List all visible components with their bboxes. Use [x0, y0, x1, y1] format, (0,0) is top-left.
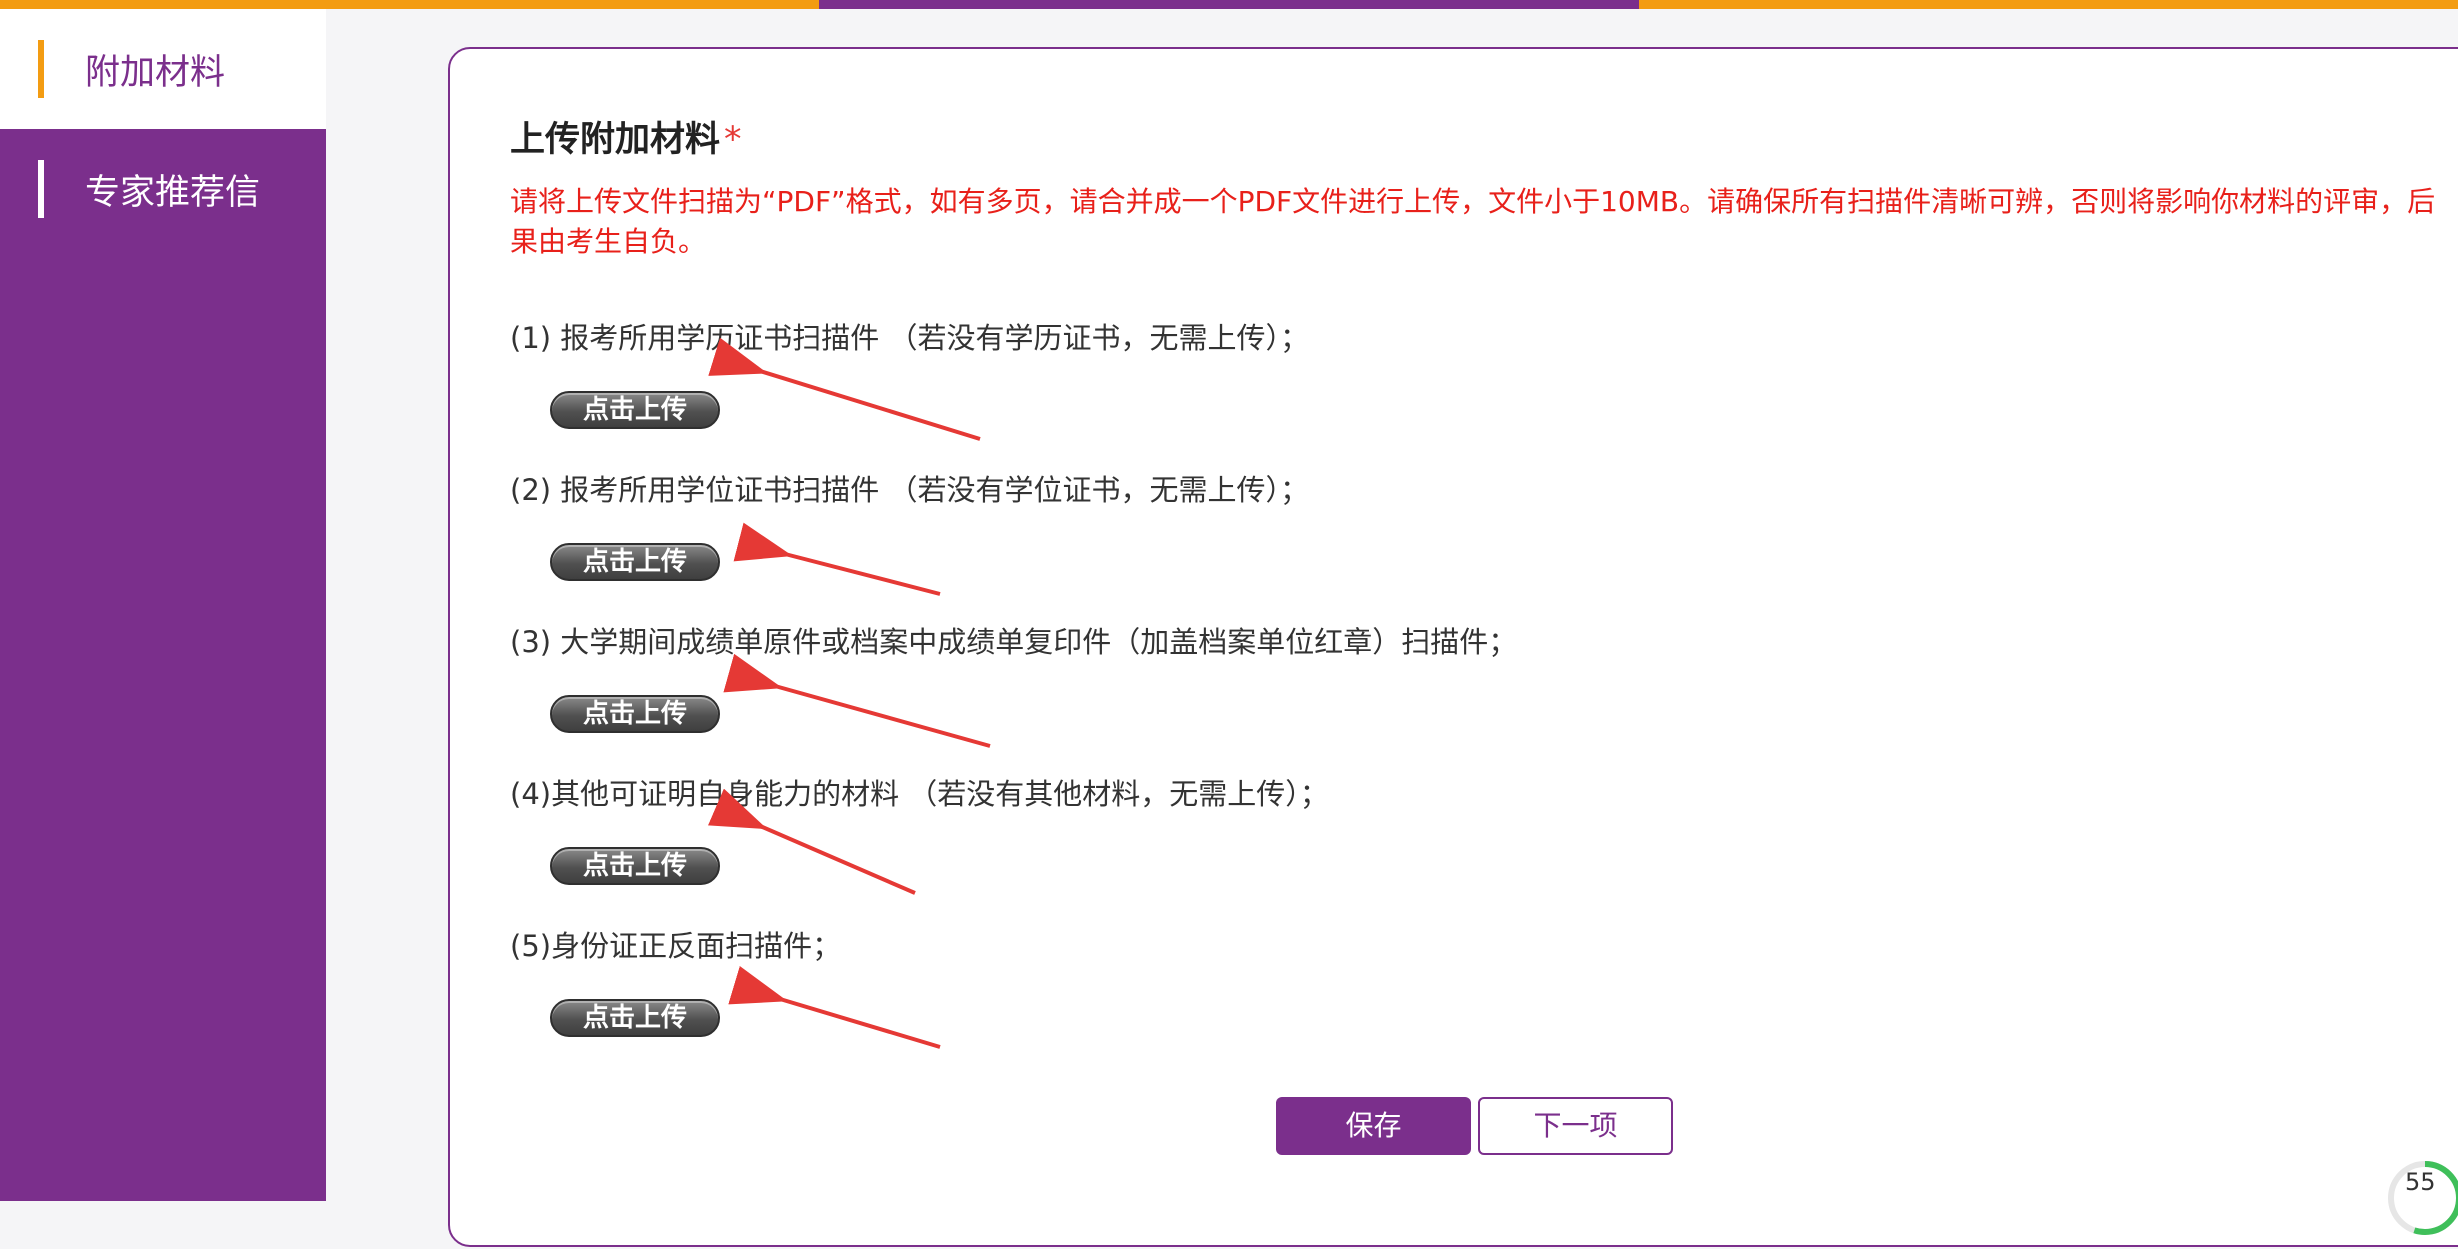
top-bar-segment-1: [0, 0, 820, 9]
top-accent-bar: [0, 0, 2458, 9]
arrow-annotation-2: [733, 522, 941, 596]
item-indicator: [38, 160, 44, 218]
save-button[interactable]: 保存: [1276, 1097, 1471, 1155]
sidebar-item-additional-materials[interactable]: 附加材料: [0, 9, 326, 129]
sidebar-item-recommendation-letter[interactable]: 专家推荐信: [0, 129, 326, 249]
top-bar-segment-2: [819, 0, 1639, 9]
sidebar-item-label: 附加材料: [85, 52, 226, 93]
sidebar: 附加材料 专家推荐信: [0, 9, 326, 1201]
progress-indicator: 55: [2385, 1158, 2458, 1238]
arrow-annotation-4: [708, 788, 916, 895]
arrow-annotation-3: [723, 653, 991, 748]
upload-panel: 上传附加材料 * 请将上传文件扫描为“PDF”格式，如有多页，请合并成一个PDF文…: [448, 47, 2458, 1247]
arrow-annotation-5: [728, 966, 941, 1049]
top-bar-segment-3: [1638, 0, 2458, 9]
next-button[interactable]: 下一项: [1478, 1097, 1673, 1155]
progress-value: 55: [2405, 1168, 2436, 1196]
active-indicator: [38, 40, 44, 98]
sidebar-item-label: 专家推荐信: [85, 172, 261, 213]
arrow-annotation-1: [708, 337, 981, 441]
annotation-arrows: [708, 337, 991, 1049]
